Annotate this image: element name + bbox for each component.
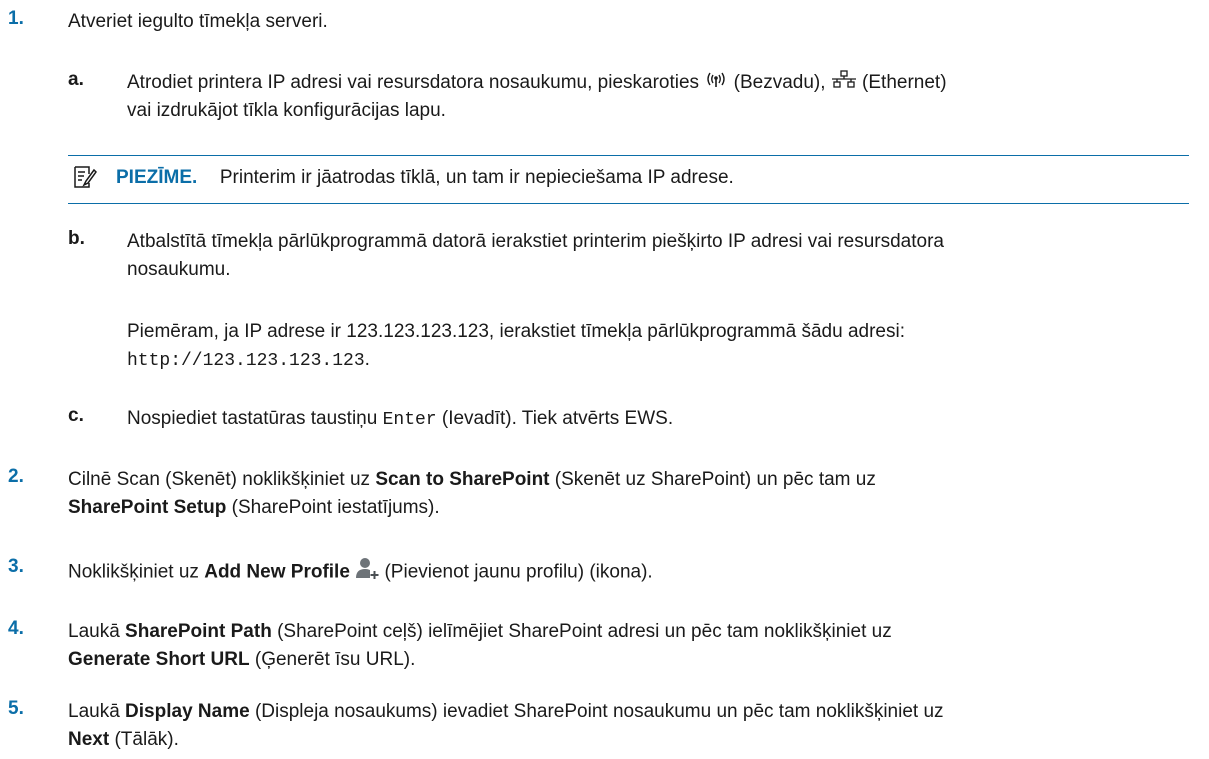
step-number: 5. [8,698,24,719]
ethernet-icon [831,69,857,97]
step-text: Noklikšķiniet uz Add New Profile (Pievie… [68,556,1189,589]
note-pencil-icon [72,164,98,196]
step-number: 1. [8,8,24,29]
example-url: http://123.123.123.123 [127,351,365,371]
example-text: Piemēram, ja IP adrese ir 123.123.123.12… [127,321,905,342]
step-text: Atveriet iegulto tīmekļa serveri. [68,11,328,32]
substep-text: Atrodiet printera IP adresi vai resursda… [127,69,1189,125]
note-text: Printerim ir jāatrodas tīklā, un tam ir … [219,167,734,188]
add-profile-icon [355,556,380,589]
note-label: PIEZĪME. [116,167,198,188]
step-text: Cilnē Scan (Skenēt) noklikšķiniet uz Sca… [68,469,876,518]
substep-letter: b. [68,228,85,249]
wireless-icon [704,69,728,97]
step-text: Laukā Display Name (Displeja nosaukums) … [68,701,944,750]
step-number: 4. [8,618,24,639]
step-number: 3. [8,556,24,577]
note-box: PIEZĪME. Printerim ir jāatrodas tīklā, u… [68,155,1189,204]
enter-key: Enter [382,410,437,430]
substep-letter: a. [68,69,84,90]
step-text: Laukā SharePoint Path (SharePoint ceļš) … [68,621,892,670]
substep-text: Atbalstītā tīmekļa pārlūkprogrammā dator… [127,231,944,280]
step-number: 2. [8,466,24,487]
substep-text: Nospiediet tastatūras taustiņu Enter (Ie… [127,408,674,430]
substep-letter: c. [68,405,84,426]
